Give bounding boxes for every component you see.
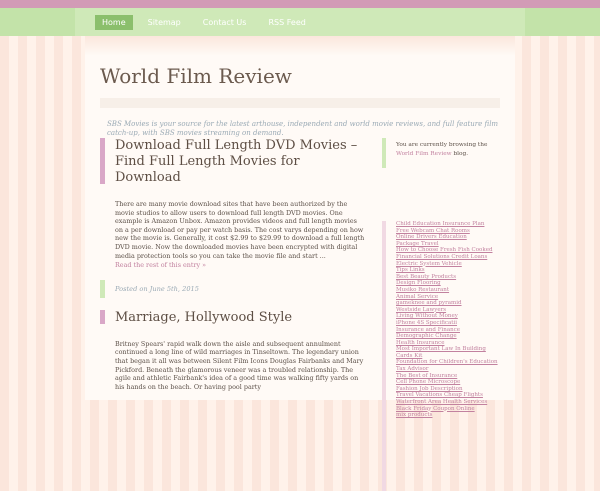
sidebar-link[interactable]: Travel Vacations Cheap Flights	[396, 392, 502, 399]
sidebar-link[interactable]: Design Flooring	[396, 280, 502, 287]
sidebar-link[interactable]: Financial Solutions Credit Loans	[396, 254, 502, 261]
post-footer-bar	[100, 279, 105, 298]
header-divider	[100, 98, 500, 108]
post-1: Download Full Length DVD Movies – Find F…	[100, 138, 365, 298]
sidebar-link[interactable]: Waterfront Area Health Services	[396, 399, 502, 406]
sidebar-link[interactable]: Musiko Restaurant	[396, 287, 502, 294]
browse-info: You are currently browsing the World Fil…	[382, 138, 502, 171]
sidebar-link[interactable]: Tips Links	[396, 267, 502, 274]
post-footer: Posted on June 5th, 2015	[100, 279, 365, 298]
browse-text: You are currently browsing the World Fil…	[396, 141, 502, 159]
sidebar-link[interactable]: iPhone 4S Specificatii	[396, 320, 502, 327]
sidebar-link[interactable]: Foundation for Children's Education	[396, 359, 502, 366]
site-title[interactable]: World Film Review	[100, 64, 292, 88]
sidebar-link[interactable]: Electric System Vehicle	[396, 261, 502, 268]
post-excerpt: There are many movie download sites that…	[115, 200, 365, 260]
post-2: Marriage, Hollywood Style Britney Spears…	[100, 309, 365, 392]
sidebar-links-bar	[382, 221, 386, 491]
link-list: Child Education Insurance Plan Free Webca…	[396, 221, 502, 419]
post-title[interactable]: Download Full Length DVD Movies – Find F…	[100, 138, 365, 186]
sidebar-link[interactable]: Animal Service	[396, 294, 502, 301]
sidebar-link[interactable]: Fashion Job Description	[396, 386, 502, 393]
browse-suffix: blog.	[453, 151, 469, 157]
post-body: Britney Spears' rapid walk down the aisl…	[100, 340, 365, 392]
sidebar-link[interactable]: Package Travel	[396, 241, 502, 248]
nav-home-link[interactable]: Home	[95, 15, 133, 30]
post-accent-bar	[100, 138, 105, 184]
sidebar-link[interactable]: Black Friday Coupon Online	[396, 406, 502, 413]
sidebar-link[interactable]: Cards Kit	[396, 353, 502, 360]
sidebar-links: Child Education Insurance Plan Free Webca…	[382, 221, 502, 491]
sidebar-link[interactable]: Westside Lawyers	[396, 307, 502, 314]
main-nav: Home Sitemap Contact Us RSS Feed	[95, 15, 321, 30]
post-accent-bar	[100, 309, 105, 324]
sidebar-link[interactable]: The Best of Insurance	[396, 373, 502, 380]
sidebar-link[interactable]: Insurance and Finance	[396, 327, 502, 334]
top-stripe	[0, 0, 600, 8]
post-date: Posted on June 5th, 2015	[115, 284, 199, 293]
read-more-link[interactable]: Read the rest of this entry »	[115, 261, 365, 270]
sidebar-link[interactable]: Living Without Money	[396, 313, 502, 320]
sidebar-link[interactable]: Best Beauty Products	[396, 274, 502, 281]
nav-sitemap-link[interactable]: Sitemap	[141, 15, 188, 30]
sidebar-link[interactable]: Health Insurance	[396, 340, 502, 347]
sidebar-accent-bar	[382, 138, 386, 168]
main-content: Download Full Length DVD Movies – Find F…	[100, 138, 365, 391]
sidebar-link[interactable]: How to Choose Fresh Fish Cooked	[396, 247, 502, 254]
browse-blog-link[interactable]: World Film Review	[396, 151, 452, 157]
nav-rss-link[interactable]: RSS Feed	[261, 15, 312, 30]
nav-contact-link[interactable]: Contact Us	[196, 15, 254, 30]
sidebar-link[interactable]: Demographic Change	[396, 333, 502, 340]
sidebar-link[interactable]: Cell Phone Microscope	[396, 379, 502, 386]
sidebar: You are currently browsing the World Fil…	[382, 138, 502, 491]
page-top-fade	[85, 36, 515, 56]
page-container: World Film Review SBS Movies is your sou…	[85, 36, 515, 491]
sidebar-link[interactable]: Online Drivers Education	[396, 234, 502, 241]
sidebar-link[interactable]: mix products	[396, 412, 502, 419]
post-title[interactable]: Marriage, Hollywood Style	[100, 310, 365, 326]
sidebar-link[interactable]: Tax Advisor	[396, 366, 502, 373]
post-excerpt: Britney Spears' rapid walk down the aisl…	[115, 339, 364, 391]
sidebar-link[interactable]: Child Education Insurance Plan	[396, 221, 502, 228]
browse-prefix: You are currently browsing the	[396, 142, 488, 148]
post-body: There are many movie download sites that…	[100, 200, 365, 270]
sidebar-link[interactable]: Free Webcam Chat Rooms	[396, 228, 502, 235]
sidebar-link[interactable]: gameknee and pyramid	[396, 300, 502, 307]
site-tagline: SBS Movies is your source for the latest…	[107, 120, 499, 137]
sidebar-link[interactable]: Most Important Law In Building	[396, 346, 502, 353]
